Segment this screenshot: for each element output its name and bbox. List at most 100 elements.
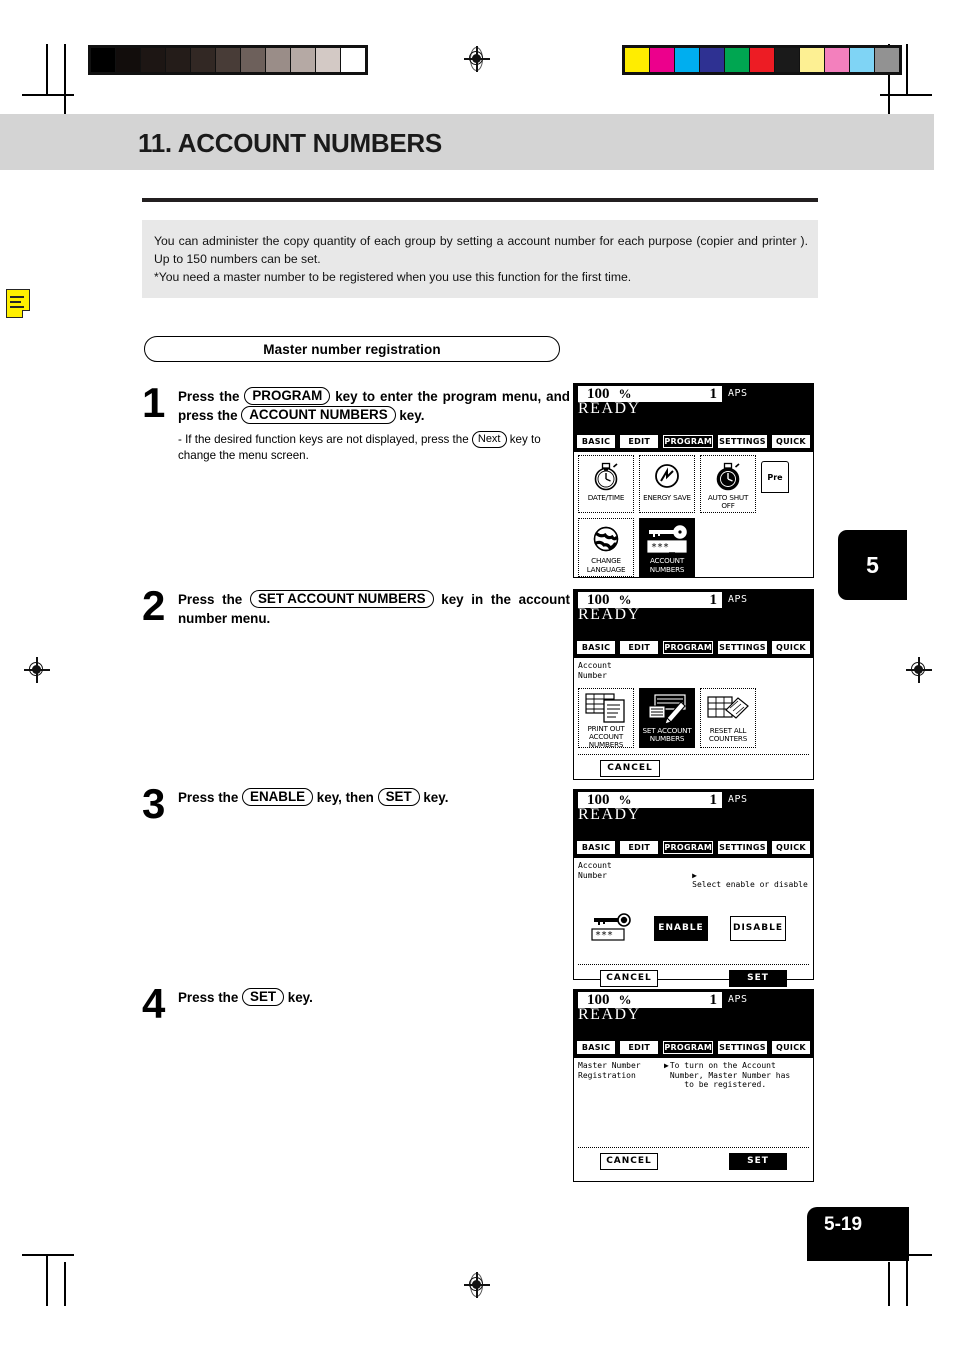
step-number: 2 [142, 582, 165, 629]
lcd-button-change-language[interactable]: CHANGE LANGUAGE [578, 518, 634, 577]
grayscale-swatch [141, 48, 165, 72]
horizontal-rule [142, 198, 818, 202]
cancel-button[interactable]: CANCEL [600, 760, 660, 777]
keycap-next: Next [471, 431, 507, 448]
printout-icon [584, 691, 628, 725]
lcd-button-set-account-numbers[interactable]: SET ACCOUNT NUMBERS [639, 688, 695, 748]
lcd-caption: Master Number Registration [578, 1061, 641, 1080]
grayscale-swatch [291, 48, 315, 72]
process-color-swatch [675, 48, 699, 72]
lcd-panel-master-number-registration[interactable]: 100 % 1 APS READY BASIC EDIT PROGRAM SETTIN… [573, 989, 814, 1182]
divider [578, 1146, 809, 1148]
lcd-button-account-numbers[interactable]: ***_ ACCOUNT NUMBERS [639, 518, 695, 577]
manual-page: 11. ACCOUNT NUMBERS You can administer t… [0, 0, 954, 1351]
registration-target [464, 46, 490, 72]
lcd-button-date-time[interactable]: DATE/TIME [578, 455, 634, 514]
function-icon-row: PRINT OUT ACCOUNT NUMBERS SET ACCOUNT NU… [578, 688, 809, 749]
lcd-tab-basic[interactable]: BASIC [577, 641, 616, 654]
intro-paragraph-1: You can administer the copy quantity of … [154, 234, 808, 266]
lcd-tab-basic[interactable]: BASIC [577, 435, 616, 448]
lcd-tab-basic[interactable]: BASIC [577, 841, 616, 854]
copy-count-display: 1 [682, 792, 722, 808]
set-button[interactable]: SET [729, 1152, 787, 1170]
lcd-button-print-out-account-numbers[interactable]: PRINT OUT ACCOUNT NUMBERS [578, 688, 634, 749]
process-color-swatch [825, 48, 849, 72]
lcd-tab-bar[interactable]: BASIC EDIT PROGRAM SETTINGS QUICK [574, 1038, 813, 1058]
lcd-status-bar: 100 % 1 APS READY [574, 990, 813, 1038]
lcd-tab-edit[interactable]: EDIT [620, 435, 659, 448]
lcd-caption: Account Number [578, 661, 612, 680]
note-icon [6, 289, 33, 321]
crop-mark [22, 1254, 74, 1256]
process-color-swatch [625, 48, 649, 72]
crop-mark [46, 1254, 48, 1306]
step-text: Press the SET ACCOUNT NUMBERS key in the… [178, 590, 570, 628]
page-title: 11. ACCOUNT NUMBERS [138, 128, 442, 158]
function-icon-row-1: DATE/TIME ENERGY SAVE AUTO SHUT OFF Pre [578, 455, 809, 514]
lcd-button-energy-save[interactable]: ENERGY SAVE [639, 455, 695, 514]
lcd-tab-bar[interactable]: BASIC EDIT PROGRAM SETTINGS QUICK [574, 638, 813, 658]
next-tag-icon[interactable]: Pre [761, 461, 789, 493]
grayscale-swatch [241, 48, 265, 72]
step-number: 4 [142, 980, 165, 1027]
crop-mark [888, 1262, 890, 1306]
lcd-tab-settings[interactable]: SETTINGS [718, 841, 767, 854]
lcd-button-auto-shut-off[interactable]: AUTO SHUT OFF [700, 455, 756, 514]
svg-text:***_: ***_ [651, 542, 676, 553]
lcd-panel-program-menu[interactable]: 100 % 1 APS READY BASIC EDIT PROGRAM SETTIN… [573, 383, 814, 578]
lcd-tab-program[interactable]: PROGRAM [663, 841, 714, 854]
grayscale-swatch [316, 48, 340, 72]
intro-paragraph-2: *You need a master number to be register… [154, 270, 632, 284]
lcd-button-label: PRINT OUT ACCOUNT NUMBERS [587, 724, 625, 750]
grayscale-swatch [116, 48, 140, 72]
lcd-tab-bar[interactable]: BASIC EDIT PROGRAM SETTINGS QUICK [574, 838, 813, 858]
chapter-tab: 5 [838, 530, 907, 600]
lcd-button-reset-all-counters[interactable]: RESET ALL COUNTERS [700, 688, 756, 748]
lcd-panel-enable-disable[interactable]: 100 % 1 APS READY BASIC EDIT PROGRAM SETTIN… [573, 789, 814, 987]
lcd-tab-program[interactable]: PROGRAM [663, 435, 714, 448]
lcd-content: Account Number ▶ Select enable or disabl… [574, 858, 813, 987]
disable-button[interactable]: DISABLE [730, 915, 786, 941]
grayscale-color-bar [88, 45, 368, 75]
lcd-tab-program[interactable]: PROGRAM [663, 641, 714, 654]
lcd-message: ▶ Select enable or disable [640, 861, 808, 899]
cancel-button[interactable]: CANCEL [600, 1152, 658, 1170]
lcd-tab-quick[interactable]: QUICK [771, 841, 811, 854]
lcd-tab-quick[interactable]: QUICK [771, 435, 811, 448]
lcd-message-text: To turn on the Account Number, Master Nu… [669, 1061, 791, 1089]
crop-mark [906, 44, 908, 96]
status-text: READY [578, 806, 641, 823]
lcd-tab-quick[interactable]: QUICK [771, 1041, 811, 1054]
step-number: 1 [142, 379, 165, 426]
lcd-panel-account-number-menu[interactable]: 100 % 1 APS READY BASIC EDIT PROGRAM SETTIN… [573, 589, 814, 780]
lcd-content: DATE/TIME ENERGY SAVE AUTO SHUT OFF Pre … [574, 452, 813, 577]
registration-target [906, 657, 932, 683]
lcd-tab-edit[interactable]: EDIT [620, 1041, 659, 1054]
arrow-icon: ▶ [664, 1061, 669, 1070]
lcd-tab-settings[interactable]: SETTINGS [718, 641, 767, 654]
lcd-tab-edit[interactable]: EDIT [620, 841, 659, 854]
step-1-instruction: Press the PROGRAM key to enter the progr… [178, 387, 570, 424]
status-text: READY [578, 1006, 641, 1023]
cancel-button[interactable]: CANCEL [600, 970, 658, 987]
lcd-content: Account Number PRINT OUT ACCOUNT NUMBERS [574, 658, 813, 779]
lcd-caption: Account Number [578, 861, 612, 880]
lcd-tab-basic[interactable]: BASIC [577, 1041, 616, 1054]
enable-button[interactable]: ENABLE [654, 915, 708, 941]
lcd-tab-settings[interactable]: SETTINGS [718, 1041, 767, 1054]
set-button[interactable]: SET [729, 970, 787, 987]
lcd-tab-settings[interactable]: SETTINGS [718, 435, 767, 448]
globe-icon [591, 521, 621, 557]
keycap-account-numbers: ACCOUNT NUMBERS [241, 406, 396, 424]
lcd-tab-edit[interactable]: EDIT [620, 641, 659, 654]
arrow-icon: ▶ [692, 870, 697, 880]
lcd-status-bar: 100 % 1 APS READY [574, 384, 813, 432]
lcd-tab-program[interactable]: PROGRAM [663, 1041, 714, 1054]
lcd-tab-quick[interactable]: QUICK [771, 641, 811, 654]
lcd-message-text: Select enable or disable [692, 880, 808, 889]
grayscale-swatch [266, 48, 290, 72]
lcd-tab-bar[interactable]: BASIC EDIT PROGRAM SETTINGS QUICK [574, 432, 813, 452]
next-tag-label: Pre [767, 472, 783, 482]
crop-mark [906, 1254, 908, 1306]
stopwatch-icon [591, 458, 621, 494]
